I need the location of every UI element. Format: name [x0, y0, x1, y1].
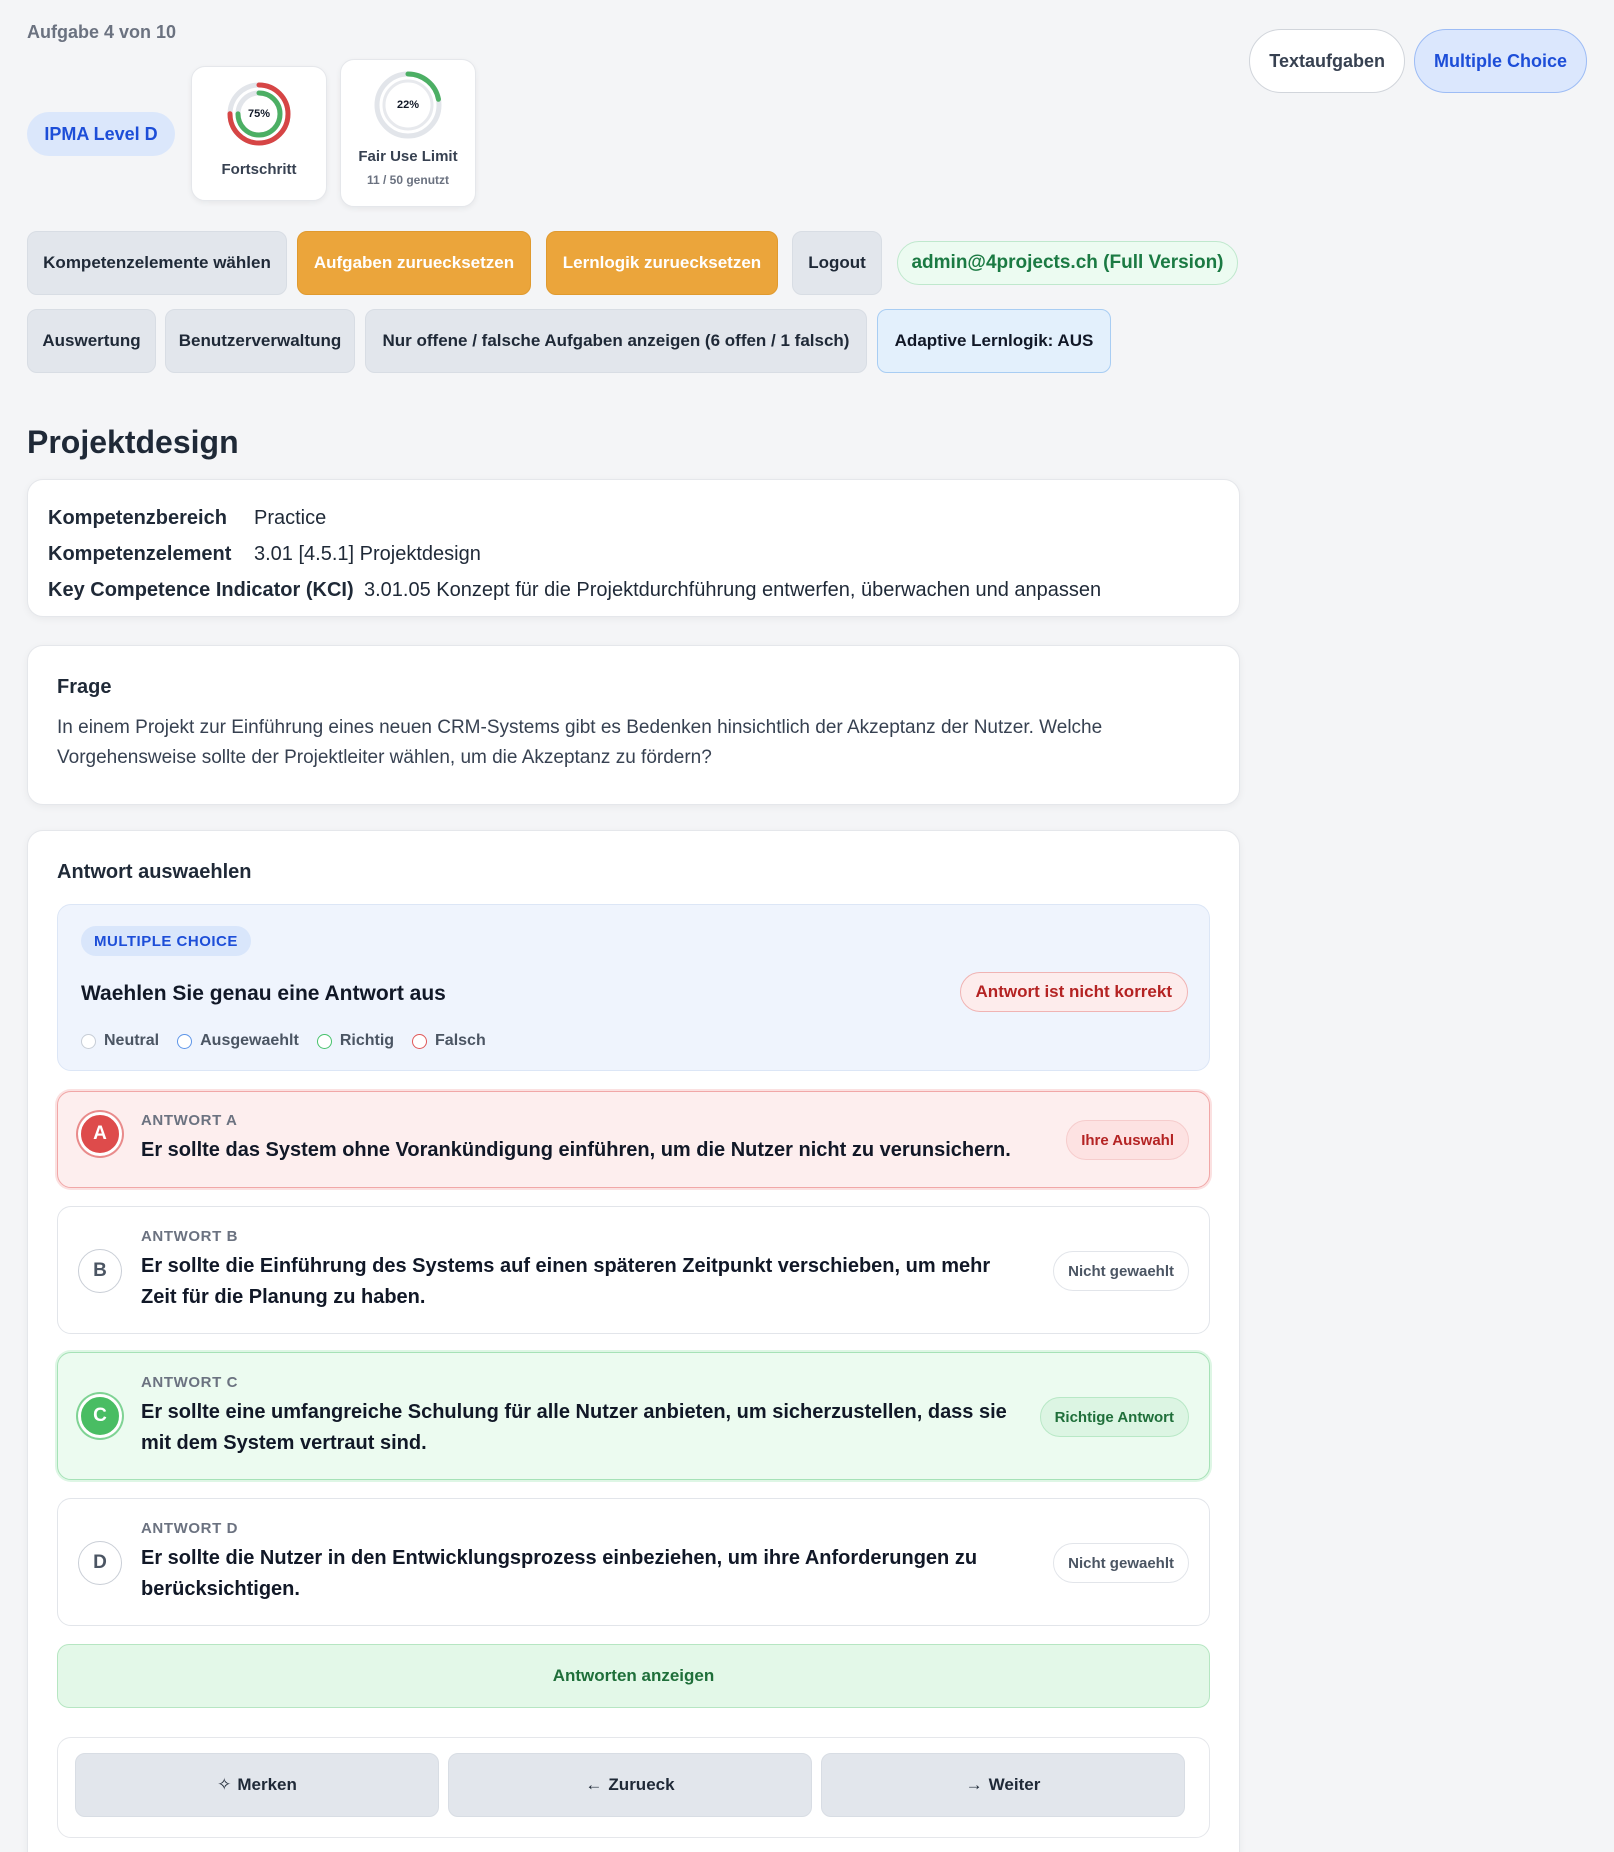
- progress-percent: 75%: [247, 108, 271, 120]
- state-legend: Neutral Ausgewaehlt Richtig Falsch: [81, 1032, 486, 1050]
- correct-dot-icon: [316, 1033, 332, 1049]
- answer-option-c[interactable]: C ANTWORT C Er sollte eine umfangreiche …: [57, 1352, 1210, 1480]
- answer-result-badge: Antwort ist nicht korrekt: [959, 972, 1188, 1012]
- quiz-page: Aufgabe 4 von 10 Textaufgaben Multiple C…: [0, 0, 1614, 1852]
- progress-ring: 75%: [224, 79, 294, 149]
- logout-button[interactable]: Logout: [792, 231, 882, 295]
- arrow-left-icon: ←: [585, 1775, 603, 1794]
- info-value: Practice: [254, 506, 327, 529]
- legend-label: Neutral: [104, 1032, 160, 1049]
- info-value: 3.01 [4.5.1] Projektdesign: [254, 542, 481, 565]
- option-letter-a: A: [81, 1115, 119, 1153]
- back-button[interactable]: ← Zurueck: [448, 1753, 812, 1817]
- answer-option-d[interactable]: D ANTWORT D Er sollte die Nutzer in den …: [57, 1498, 1210, 1626]
- answer-option-a[interactable]: A ANTWORT A Er sollte das System ohne Vo…: [57, 1091, 1210, 1188]
- option-status-badge: Nicht gewaehlt: [1053, 1251, 1189, 1291]
- user-badge: admin@4projects.ch (Full Version): [897, 241, 1238, 285]
- option-label: ANTWORT B: [141, 1228, 239, 1245]
- progress-card: 75% Fortschritt: [191, 66, 327, 201]
- info-row-kci: Key Competence Indicator (KCI) 3.01.05 K…: [48, 572, 1219, 608]
- option-text: Er sollte die Einführung des Systems auf…: [141, 1255, 991, 1308]
- option-text: Er sollte das System ohne Vorankündigung…: [141, 1139, 1011, 1161]
- fair-use-ring: 22%: [373, 70, 443, 140]
- filter-open-wrong-button[interactable]: Nur offene / falsche Aufgaben anzeigen (…: [365, 309, 867, 373]
- answer-option-b[interactable]: B ANTWORT B Er sollte die Einführung des…: [57, 1206, 1210, 1334]
- legend-label: Falsch: [435, 1032, 486, 1049]
- option-label: ANTWORT D: [141, 1520, 239, 1537]
- selected-dot-icon: [177, 1033, 193, 1049]
- option-text: Er sollte eine umfangreiche Schulung für…: [141, 1401, 1007, 1454]
- question-text: In einem Projekt zur Einführung eines ne…: [57, 717, 1103, 768]
- fair-use-usage: 11 / 50 genutzt: [366, 173, 450, 187]
- choose-competence-elements-button[interactable]: Kompetenzelemente wählen: [27, 231, 287, 295]
- navigation-bar: ✧ Merken ← Zurueck → Weiter: [57, 1737, 1210, 1838]
- option-letter-d: D: [78, 1541, 122, 1585]
- info-key: Key Competence Indicator (KCI): [48, 578, 354, 601]
- fair-use-card: 22% Fair Use Limit 11 / 50 genutzt: [340, 59, 476, 207]
- option-text: Er sollte die Nutzer in den Entwicklungs…: [141, 1547, 978, 1600]
- info-row-bereich: Kompetenzbereich Practice: [48, 500, 1219, 536]
- mode-switch: Textaufgaben Multiple Choice: [1249, 29, 1587, 93]
- answer-card: Antwort auswaehlen MULTIPLE CHOICE Waehl…: [27, 830, 1240, 1852]
- page-title: Projektdesign: [27, 424, 239, 460]
- evaluation-button[interactable]: Auswertung: [27, 309, 156, 373]
- multiple-choice-header: MULTIPLE CHOICE Waehlen Sie genau eine A…: [57, 904, 1210, 1071]
- bookmark-icon: ✧: [217, 1775, 232, 1794]
- fair-use-title: Fair Use Limit: [358, 148, 458, 165]
- legend-neutral: Neutral: [81, 1032, 159, 1050]
- legend-correct: Richtig: [316, 1032, 395, 1050]
- option-status-badge: Ihre Auswahl: [1066, 1120, 1189, 1160]
- legend-selected: Ausgewaehlt: [177, 1032, 299, 1050]
- reset-learning-logic-button[interactable]: Lernlogik zuruecksetzen: [546, 231, 778, 295]
- question-type-tag: MULTIPLE CHOICE: [81, 926, 251, 956]
- level-badge: IPMA Level D: [27, 112, 175, 156]
- fair-use-percent: 22%: [396, 99, 420, 111]
- mode-textaufgaben-button[interactable]: Textaufgaben: [1249, 29, 1405, 93]
- answer-instruction: Waehlen Sie genau eine Antwort aus: [81, 982, 446, 1005]
- show-answers-button[interactable]: Antworten anzeigen: [57, 1644, 1210, 1708]
- info-key: Kompetenzelement: [48, 542, 232, 565]
- option-label: ANTWORT A: [141, 1112, 238, 1129]
- mode-multiple-choice-button[interactable]: Multiple Choice: [1413, 29, 1587, 93]
- reset-tasks-button[interactable]: Aufgaben zuruecksetzen: [297, 231, 531, 295]
- option-label: ANTWORT C: [141, 1374, 239, 1391]
- legend-wrong: Falsch: [412, 1032, 486, 1050]
- arrow-right-icon: →: [965, 1775, 983, 1794]
- legend-label: Richtig: [339, 1032, 395, 1049]
- back-label: Zurueck: [608, 1775, 675, 1794]
- neutral-dot-icon: [81, 1033, 96, 1049]
- question-title: Frage: [57, 676, 112, 698]
- next-label: Weiter: [988, 1775, 1041, 1794]
- answer-section-title: Antwort auswaehlen: [57, 861, 252, 883]
- bookmark-label: Merken: [237, 1775, 297, 1794]
- bookmark-button[interactable]: ✧ Merken: [75, 1753, 439, 1817]
- next-button[interactable]: → Weiter: [821, 1753, 1185, 1817]
- user-management-button[interactable]: Benutzerverwaltung: [165, 309, 355, 373]
- info-row-element: Kompetenzelement 3.01 [4.5.1] Projektdes…: [48, 536, 1219, 572]
- question-card: Frage In einem Projekt zur Einführung ei…: [27, 645, 1240, 805]
- info-value: 3.01.05 Konzept für die Projektdurchführ…: [364, 578, 1102, 601]
- progress-title: Fortschritt: [221, 161, 297, 178]
- legend-label: Ausgewaehlt: [200, 1032, 299, 1049]
- option-letter-b: B: [78, 1249, 122, 1293]
- info-key: Kompetenzbereich: [48, 506, 227, 529]
- option-status-badge: Richtige Antwort: [1039, 1397, 1189, 1437]
- option-letter-c: C: [81, 1397, 119, 1435]
- task-counter: Aufgabe 4 von 10: [27, 22, 177, 42]
- wrong-dot-icon: [412, 1033, 428, 1049]
- adaptive-logic-toggle[interactable]: Adaptive Lernlogik: AUS: [877, 309, 1111, 373]
- option-status-badge: Nicht gewaehlt: [1053, 1543, 1189, 1583]
- competence-info-card: Kompetenzbereich Practice Kompetenzeleme…: [27, 479, 1240, 617]
